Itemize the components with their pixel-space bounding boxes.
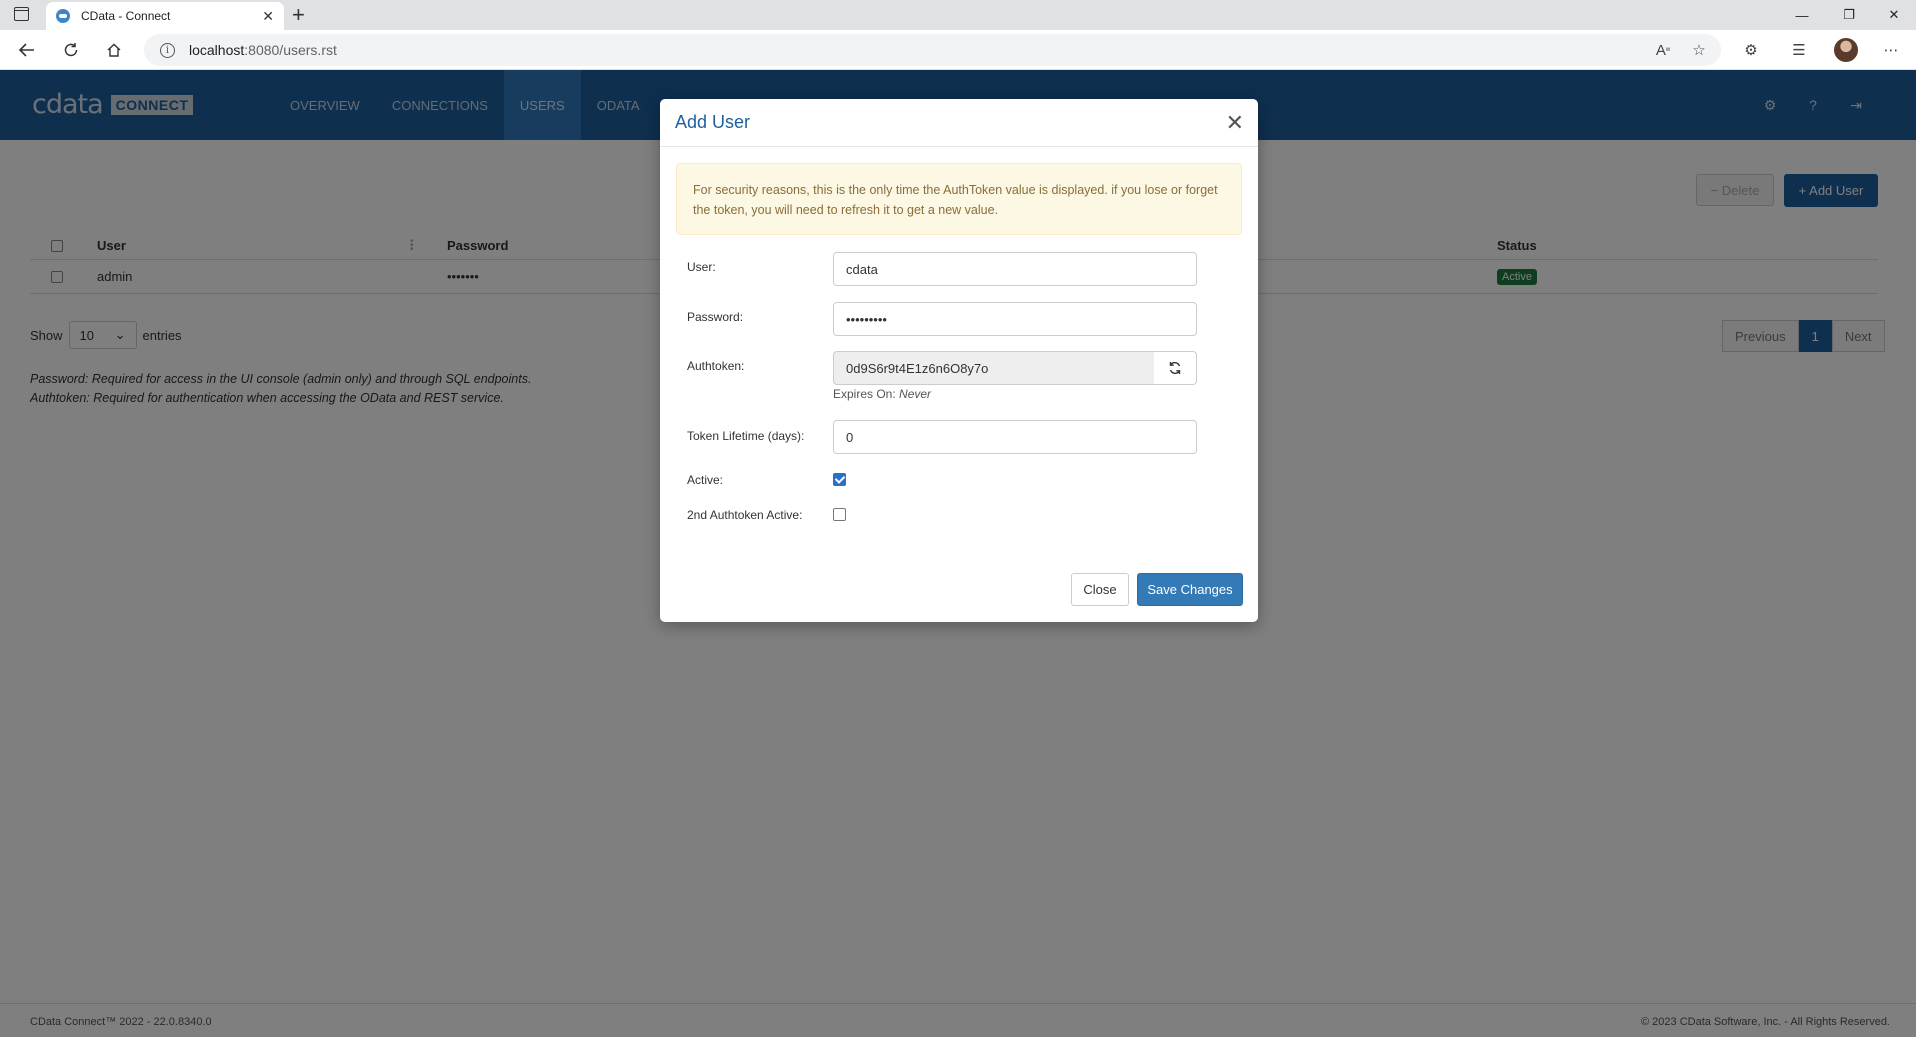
url-field[interactable]: i localhost:8080/users.rst <box>144 34 1721 66</box>
tab-title: CData - Connect <box>81 9 171 23</box>
dialog-title: Add User <box>675 112 751 132</box>
refresh-token-button[interactable] <box>1154 351 1197 385</box>
cdata-favicon-icon <box>56 9 70 23</box>
add-user-dialog: Add User ✕ For security reasons, this is… <box>660 99 1258 622</box>
back-arrow-icon[interactable] <box>14 38 40 62</box>
password-field[interactable]: ••••••••• <box>833 302 1197 336</box>
window-close-button[interactable]: ✕ <box>1872 0 1916 30</box>
extensions-icon[interactable]: ⚙ <box>1738 38 1764 62</box>
reload-icon[interactable] <box>58 38 84 62</box>
more-menu-icon[interactable]: ⋯ <box>1878 38 1904 62</box>
save-changes-button[interactable]: Save Changes <box>1137 573 1243 606</box>
authtoken-label: Authtoken: <box>687 359 745 373</box>
active-checkbox[interactable] <box>833 473 846 486</box>
second-authtoken-label: 2nd Authtoken Active: <box>687 508 803 522</box>
refresh-icon <box>1169 362 1181 374</box>
new-tab-button[interactable]: + <box>292 3 305 27</box>
favorites-icon[interactable]: ☰ <box>1786 38 1812 62</box>
token-expiry: Expires On: Never <box>833 387 931 401</box>
second-authtoken-checkbox[interactable] <box>833 508 846 521</box>
window-minimize-button[interactable]: — <box>1780 0 1824 30</box>
window-restore-button[interactable]: ❐ <box>1827 0 1871 30</box>
dialog-close-icon[interactable]: ✕ <box>1226 111 1244 134</box>
token-lifetime-field[interactable]: 0 <box>833 420 1197 454</box>
active-label: Active: <box>687 473 724 487</box>
close-button[interactable]: Close <box>1071 573 1129 606</box>
authtoken-field: 0d9S6r9t4E1z6n6O8y7o <box>833 351 1155 385</box>
browser-tab[interactable]: CData - Connect ✕ <box>46 2 284 30</box>
dialog-header: Add User ✕ <box>660 99 1258 147</box>
expires-label: Expires On: <box>833 387 896 401</box>
url-path: :8080/users.rst <box>244 42 337 58</box>
security-alert: For security reasons, this is the only t… <box>676 163 1242 235</box>
add-favorite-icon[interactable]: ☆ <box>1686 38 1712 62</box>
site-info-icon[interactable]: i <box>160 42 175 58</box>
user-label: User: <box>687 260 716 274</box>
tab-actions-icon[interactable] <box>14 7 29 21</box>
url-host: localhost <box>189 42 245 58</box>
browser-tab-strip: CData - Connect ✕ + — ❐ ✕ <box>0 0 1916 30</box>
address-toolbar: i localhost:8080/users.rst Aʷ ☆ ⚙ ☰ ⋯ <box>0 30 1916 70</box>
user-field[interactable]: cdata <box>833 252 1197 286</box>
password-label: Password: <box>687 310 744 324</box>
read-aloud-icon[interactable]: Aʷ <box>1650 38 1676 62</box>
token-lifetime-label: Token Lifetime (days): <box>687 429 805 443</box>
profile-avatar[interactable] <box>1834 38 1858 62</box>
expires-value: Never <box>899 387 932 401</box>
tab-close-icon[interactable]: ✕ <box>262 8 274 25</box>
home-icon[interactable] <box>101 38 127 62</box>
